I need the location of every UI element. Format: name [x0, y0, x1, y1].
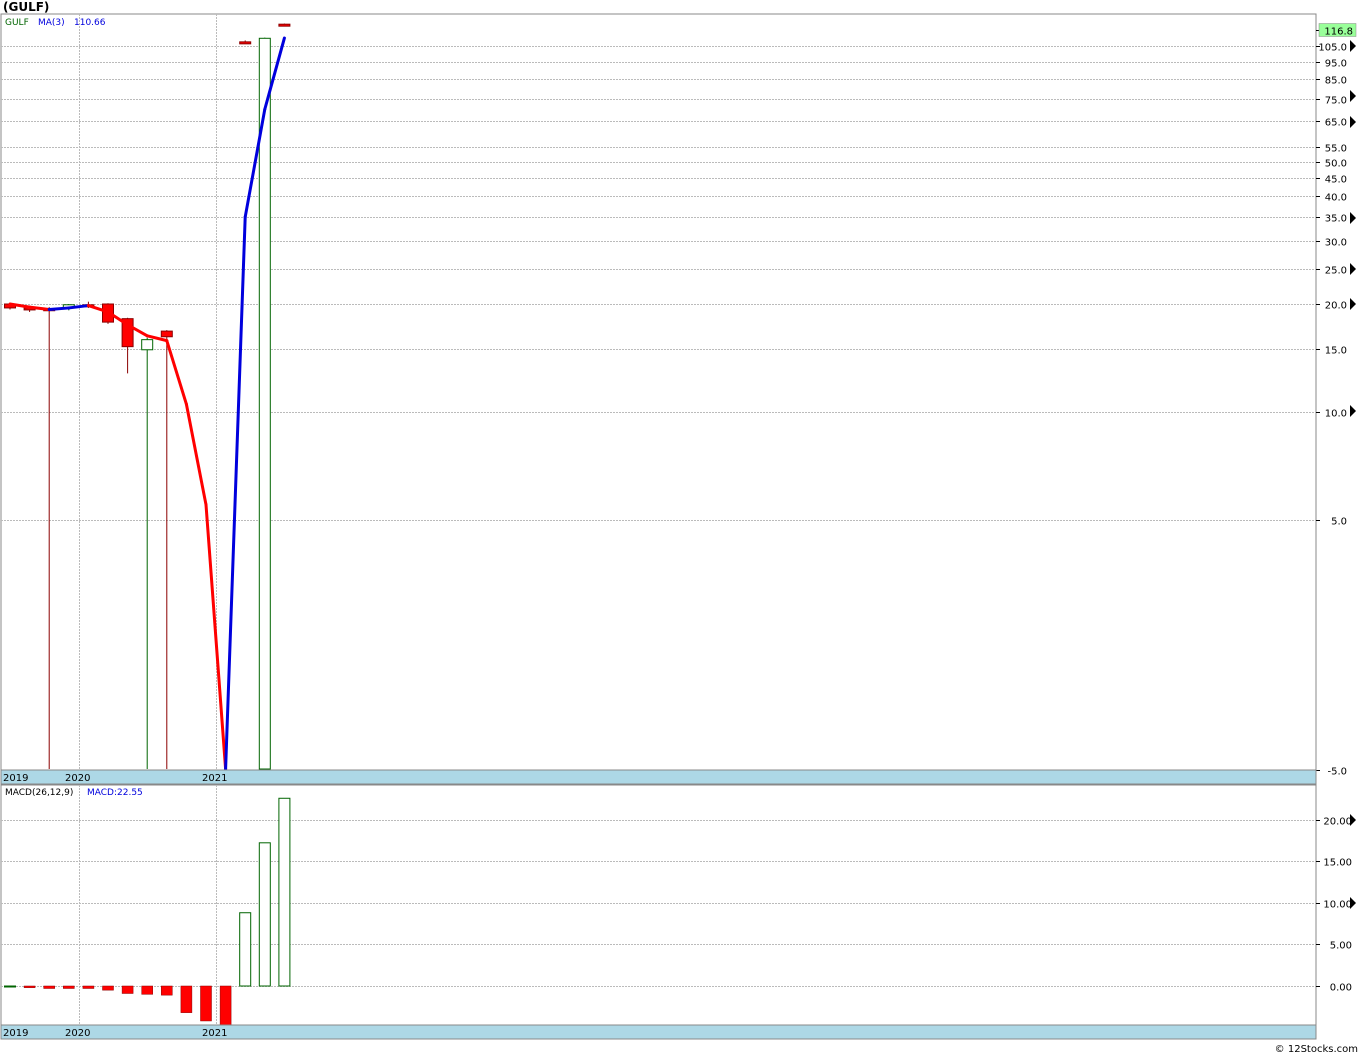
price-y-tick-label: 10.0	[1325, 409, 1347, 420]
macd-bar-negative	[82, 985, 95, 989]
right-arrow-icon	[1350, 116, 1356, 128]
legend-symbol: GULF	[5, 18, 29, 28]
price-y-tick-label: 95.0	[1325, 59, 1347, 70]
macd-bar-negative	[180, 985, 193, 1013]
macd-bar-negative	[43, 985, 55, 989]
price-panel	[0, 13, 1317, 771]
price-y-tick-label: 40.0	[1325, 193, 1347, 204]
ma-segment	[47, 306, 71, 312]
macd-date-strip	[0, 1024, 1317, 1040]
price-x-label: 2020	[65, 773, 90, 784]
price-y-tick-label: 25.0	[1325, 266, 1347, 277]
price-y-tick-label: 105.0	[1318, 43, 1347, 54]
price-y-tick-label: 35.0	[1325, 214, 1347, 225]
macd-x-label: 2021	[202, 1028, 227, 1039]
price-x-label: 2021	[202, 773, 227, 784]
price-y-tick-label: -5.0	[1327, 767, 1347, 778]
macd-x-label: 2020	[65, 1028, 90, 1039]
legend-ma-label: MA(3)	[38, 18, 65, 28]
price-x-label: 2019	[3, 773, 28, 784]
price-y-tick-label: 50.0	[1325, 159, 1347, 170]
right-arrow-icon	[1350, 814, 1356, 826]
macd-y-tick-label: 5.00	[1330, 941, 1352, 952]
price-date-strip	[0, 769, 1317, 785]
macd-bar-negative	[102, 985, 114, 991]
right-arrow-icon	[1350, 40, 1356, 52]
macd-bar-positive	[278, 797, 291, 987]
macd-bar-negative	[141, 985, 153, 995]
right-arrow-icon	[1350, 263, 1356, 275]
legend-ma-value: 110.66	[74, 18, 106, 28]
price-y-tick-label: 75.0	[1325, 96, 1347, 107]
macd-y-axis: 20.00 15.00 10.00 5.00 0.00	[1316, 814, 1356, 994]
macd-bar-negative	[121, 985, 134, 994]
price-y-tick-label: 45.0	[1325, 175, 1347, 186]
candle-up	[141, 339, 154, 351]
chart-svg: 116.8 105.0 95.0 85.0 75.0 65.0 55.0 50.0 45.0 40…	[0, 13, 1357, 1040]
macd-bar-positive	[258, 842, 271, 987]
macd-x-label: 2019	[3, 1028, 28, 1039]
footer-credit: © 12Stocks.com	[1274, 1044, 1358, 1055]
candle-up	[258, 37, 271, 770]
price-y-tick-label: 5.0	[1331, 517, 1347, 528]
right-arrow-icon	[1350, 212, 1356, 224]
macd-bar-negative	[200, 985, 212, 1022]
macd-bar-negative	[63, 985, 75, 989]
right-arrow-icon	[1350, 90, 1356, 102]
last-price-label: 116.8	[1324, 27, 1353, 38]
price-y-tick-label: 20.0	[1325, 301, 1347, 312]
price-y-tick-label: 85.0	[1325, 76, 1347, 87]
price-y-tick-label: 65.0	[1325, 118, 1347, 129]
macd-bar-negative	[219, 985, 232, 1027]
price-y-axis: 116.8 105.0 95.0 85.0 75.0 65.0 55.0 50.0 45.0 40…	[1316, 23, 1357, 778]
right-arrow-icon	[1350, 405, 1356, 417]
macd-bar-positive	[239, 912, 252, 987]
candle-down	[160, 330, 173, 338]
macd-y-tick-label: 0.00	[1330, 983, 1352, 994]
macd-bar-negative	[23, 985, 36, 988]
macd-y-tick-label: 20.00	[1323, 817, 1352, 828]
price-legend: GULF MA(3) 110.66	[5, 18, 106, 28]
candle-down	[239, 41, 252, 45]
price-y-tick-label: 30.0	[1325, 238, 1347, 249]
price-y-tick-label: 15.0	[1325, 346, 1347, 357]
macd-bar-positive	[4, 985, 16, 988]
macd-y-tick-label: 15.00	[1323, 858, 1352, 869]
candle-down	[278, 23, 291, 27]
macd-bar-negative	[161, 985, 173, 996]
macd-title: MACD(26,12,9)	[5, 788, 73, 798]
price-y-tick-label: 55.0	[1325, 144, 1347, 155]
macd-value: MACD:22.55	[87, 788, 143, 798]
right-arrow-icon	[1350, 298, 1356, 310]
right-arrow-icon	[1350, 897, 1356, 909]
macd-y-tick-label: 10.00	[1323, 900, 1352, 911]
